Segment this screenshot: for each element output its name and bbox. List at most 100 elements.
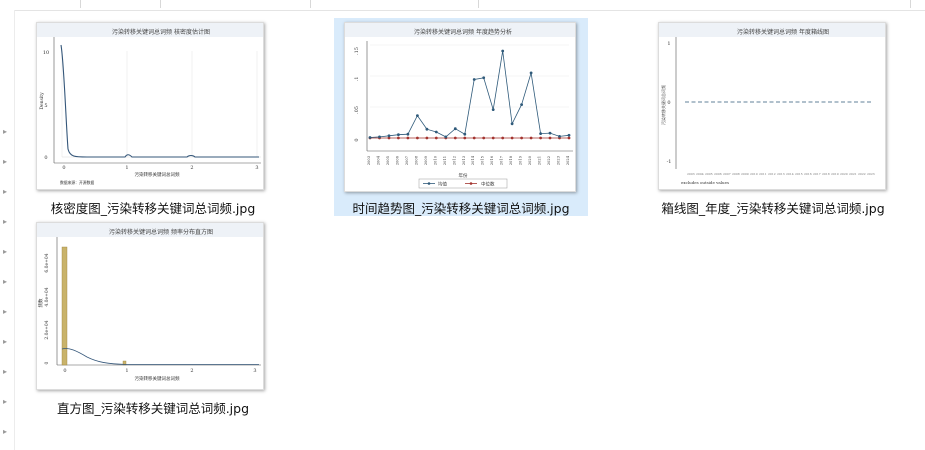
y-tick-label: .05 (354, 106, 360, 114)
series-point (425, 136, 429, 140)
expand-arrow-icon[interactable]: ▸ (3, 158, 7, 166)
chart-note: excludes outside values (681, 180, 729, 185)
chart-title: 污染转移关键词总词频 年度箱线图 (737, 28, 829, 36)
x-tick-label: 2013 (462, 155, 466, 165)
series-point (520, 136, 523, 140)
x-tick-label: 0 (62, 165, 65, 171)
svg-text:2021: 2021 (849, 172, 857, 176)
series-point (425, 127, 429, 131)
expand-arrow-icon[interactable]: ▸ (3, 278, 7, 286)
series-point (482, 136, 486, 140)
svg-text:2009: 2009 (741, 172, 749, 176)
svg-text:2008: 2008 (732, 172, 740, 176)
chart-title: 污染转移关键词总词频 核密度估计图 (112, 28, 210, 36)
x-axis-label: 污染转移关键词总词频 (135, 375, 180, 382)
x-tick-label: 2022 (547, 156, 551, 165)
y-tick-label: 0 (354, 138, 360, 141)
x-tick-label: 2006 (395, 155, 399, 165)
x-tick-label: 2024 (566, 155, 570, 165)
file-tile[interactable]: 污染转移关键词总词频 频率分布直方图 6.0e+04 4.0e+04 2.0e+… (28, 218, 278, 418)
x-tick-label: 2023 (557, 155, 561, 165)
expand-arrow-icon[interactable]: ▸ (3, 308, 7, 316)
expand-arrow-icon[interactable]: ▸ (3, 218, 7, 226)
histogram-bar (61, 246, 68, 366)
histogram-chart-thumbnail: 污染转移关键词总词频 频率分布直方图 6.0e+04 4.0e+04 2.0e+… (37, 223, 263, 389)
y-tick-label: -1 (667, 159, 672, 165)
svg-text:2016: 2016 (804, 172, 812, 176)
trend-chart-thumbnail: 污染转移关键词总词频 年度趋势分析 .15 .1 .05 0 2003 2004 2… (345, 23, 575, 191)
x-axis-label: 年份 (459, 172, 468, 179)
x-tick-label: 2010 (433, 155, 437, 165)
x-tick-label: 2003 (367, 155, 371, 165)
series-point (482, 76, 486, 80)
x-tick-label: 2011 (443, 156, 447, 165)
x-tick-label: 2009 (424, 155, 428, 165)
series-point (491, 108, 495, 111)
series-point (567, 133, 571, 137)
series-point (444, 135, 448, 139)
y-tick-label: .15 (354, 47, 360, 55)
file-name-label: 时间趋势图_污染转移关键词总词频.jpg (352, 201, 570, 216)
svg-text:2015: 2015 (795, 172, 803, 176)
series-point (510, 122, 514, 126)
svg-text:2004: 2004 (696, 172, 704, 176)
series-point (529, 136, 533, 140)
toolbar-strip (0, 0, 925, 11)
svg-text:2023: 2023 (867, 172, 875, 176)
svg-text:2012: 2012 (768, 172, 776, 176)
svg-text:2019: 2019 (831, 172, 839, 176)
file-thumbnail[interactable]: 污染转移关键词总词频 年度箱线图 1 0 -1 污染转移关键词总词频 2003 2… (658, 22, 886, 190)
x-tick-label: 2 (190, 368, 193, 374)
series-point (501, 136, 505, 140)
x-tick-label: 2016 (490, 155, 494, 165)
svg-text:2017: 2017 (813, 172, 821, 176)
file-tile[interactable]: 污染转移关键词总词频 年度箱线图 1 0 -1 污染转移关键词总词频 2003 2… (648, 18, 898, 218)
expand-arrow-icon[interactable]: ▸ (3, 188, 7, 196)
file-tile-selected[interactable]: 污染转移关键词总词频 年度趋势分析 .15 .1 .05 0 2003 2004 2… (334, 18, 588, 216)
x-tick-label: 2019 (519, 155, 523, 165)
series-point (397, 136, 400, 140)
file-name-label: 核密度图_污染转移关键词总词频.jpg (50, 201, 256, 216)
y-tick-label: 6.0e+04 (44, 253, 50, 272)
expand-arrow-icon[interactable]: ▸ (3, 338, 7, 346)
y-tick-label: .1 (354, 77, 360, 82)
navigation-pane-edge[interactable]: ▸ ▸ ▸ ▸ ▸ ▸ ▸ ▸ ▸ ▸ ▸ (0, 10, 15, 450)
series-point (453, 127, 457, 131)
file-thumbnail[interactable]: 污染转移关键词总词频 核密度估计图 10 5 0 Density 0 1 2 3… (36, 22, 264, 190)
file-name-label: 箱线图_年度_污染转移关键词总词频.jpg (661, 201, 885, 216)
y-tick-label: 2.0e+04 (44, 320, 50, 339)
y-tick-label: 0 (44, 361, 50, 364)
x-tick-label: 2021 (538, 156, 542, 165)
file-thumbnail[interactable]: 污染转移关键词总词频 年度趋势分析 .15 .1 .05 0 2003 2004 2… (344, 22, 576, 192)
x-tick-label: 2 (190, 165, 193, 171)
file-thumbnail[interactable]: 污染转移关键词总词频 频率分布直方图 6.0e+04 4.0e+04 2.0e+… (36, 222, 264, 390)
series-point (472, 78, 476, 81)
x-tick-label: 1 (125, 368, 128, 374)
expand-arrow-icon[interactable]: ▸ (3, 398, 7, 406)
file-name-label: 直方图_污染转移关键词总词频.jpg (56, 401, 250, 416)
series-point (510, 136, 514, 140)
x-tick-label: 1 (125, 165, 128, 171)
series-point (406, 132, 410, 136)
series-point (368, 136, 372, 139)
x-tick-label: 3 (255, 165, 258, 171)
expand-arrow-icon[interactable]: ▸ (3, 248, 7, 256)
y-tick-label: 10 (43, 50, 49, 56)
expand-arrow-icon[interactable]: ▸ (3, 428, 7, 436)
x-tick-label: 2020 (528, 155, 532, 165)
x-tick-label: 2012 (452, 156, 456, 165)
series-point (520, 103, 523, 106)
svg-text:2018: 2018 (822, 172, 830, 176)
series-point (416, 114, 419, 117)
file-tile[interactable]: 污染转移关键词总词频 核密度估计图 10 5 0 Density 0 1 2 3… (28, 18, 278, 218)
expand-arrow-icon[interactable]: ▸ (3, 128, 7, 136)
x-tick-label: 3 (253, 368, 256, 374)
expand-arrow-icon[interactable]: ▸ (3, 368, 7, 376)
x-tick-label: 2007 (405, 155, 409, 165)
x-tick-label: 2015 (481, 155, 485, 165)
x-tick-label: 2004 (376, 155, 380, 165)
boxplot-chart-thumbnail: 污染转移关键词总词频 年度箱线图 1 0 -1 污染转移关键词总词频 2003 2… (659, 23, 885, 189)
series-point (539, 132, 542, 135)
series-point (434, 136, 438, 140)
series-point (501, 49, 505, 53)
